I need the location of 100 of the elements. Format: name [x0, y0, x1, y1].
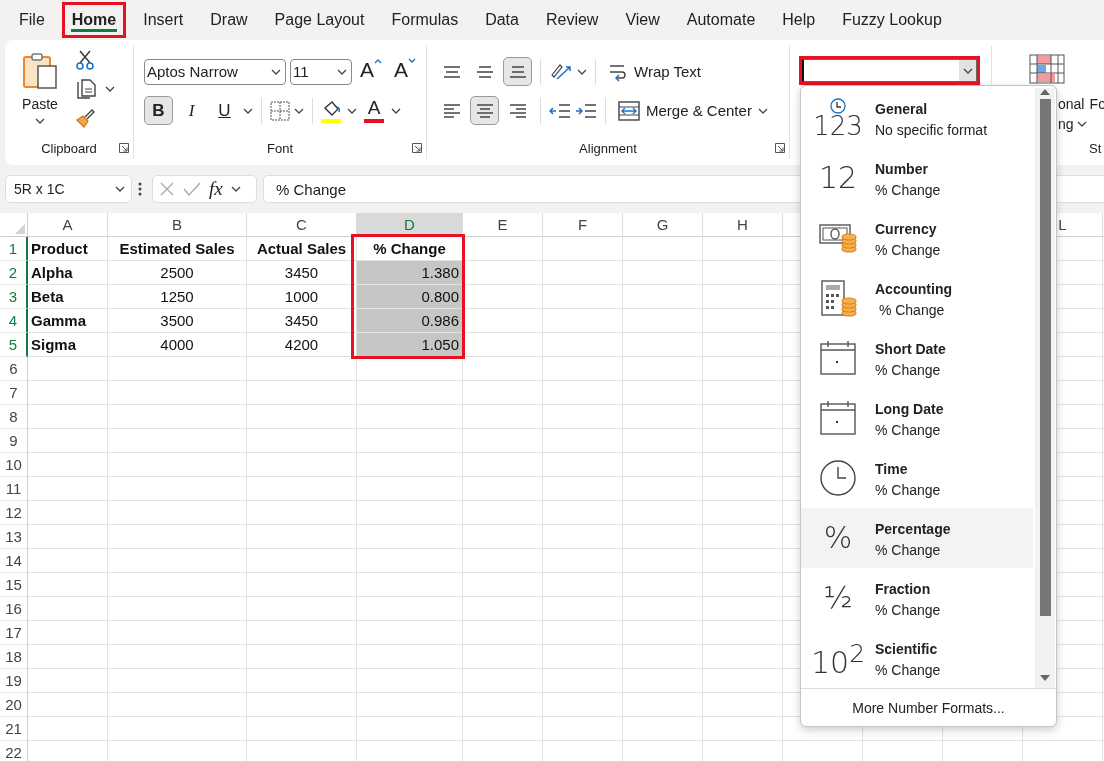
caret-icon[interactable]	[243, 107, 253, 114]
font-name-field[interactable]: Aptos Narrow	[144, 58, 286, 85]
row-header[interactable]: 3	[0, 285, 28, 309]
shrink-font-button[interactable]: A	[390, 57, 421, 86]
row-header[interactable]: 1	[0, 237, 28, 261]
row-header[interactable]: 5	[0, 333, 28, 357]
caret-icon[interactable]	[294, 107, 304, 114]
format-option[interactable]: Time % Change	[801, 448, 1033, 508]
calendar-icon	[819, 340, 857, 376]
caret-icon[interactable]	[347, 107, 357, 114]
caret-icon[interactable]	[105, 86, 115, 92]
grow-font-button[interactable]: A	[356, 57, 386, 86]
paintbrush-icon[interactable]	[75, 108, 95, 128]
check-icon[interactable]	[183, 181, 201, 197]
row-header[interactable]: 21	[0, 717, 28, 741]
column-header[interactable]: D	[357, 213, 463, 237]
italic-button[interactable]: I	[177, 96, 206, 125]
caret-icon[interactable]	[115, 186, 125, 192]
table-cell-text: 4000	[159, 335, 195, 355]
row-header[interactable]: 6	[0, 357, 28, 381]
scroll-down-icon[interactable]	[1039, 674, 1051, 682]
row-header[interactable]: 18	[0, 645, 28, 669]
font-size-field[interactable]: 11	[290, 58, 352, 85]
align-bottom-button[interactable]	[503, 57, 532, 86]
menu-item[interactable]: More Number Formats...	[801, 688, 1056, 726]
align-center-icon	[475, 103, 494, 118]
scrollbar[interactable]	[1035, 88, 1055, 688]
paint-bucket-icon[interactable]	[321, 98, 343, 123]
table-cell-text: 4200	[283, 335, 320, 355]
menu-tab[interactable]: Formulas	[381, 2, 469, 38]
row-header[interactable]: 12	[0, 501, 28, 525]
decrease-indent-icon[interactable]	[549, 101, 571, 120]
column-header[interactable]: H	[703, 213, 783, 237]
paste-button[interactable]: Paste	[22, 50, 58, 124]
format-option[interactable]: Short Date % Change	[801, 328, 1033, 388]
caret-icon[interactable]	[337, 68, 347, 75]
column-header[interactable]: G	[623, 213, 703, 237]
caret-icon[interactable]	[35, 118, 45, 124]
insert-function-button[interactable]: fx	[209, 178, 223, 200]
row-header[interactable]: 2	[0, 261, 28, 285]
scissors-icon[interactable]	[75, 50, 95, 70]
caret-icon[interactable]	[962, 67, 973, 74]
format-option[interactable]: Accounting % Change	[801, 268, 1033, 328]
menu-tab[interactable]: Draw	[200, 2, 258, 38]
wrap-text-button[interactable]: Wrap Text	[604, 61, 705, 82]
row-header[interactable]: 17	[0, 621, 28, 645]
bold-button[interactable]: B	[144, 96, 173, 125]
format-option[interactable]: ½ Fraction % Change	[801, 568, 1033, 628]
caret-icon[interactable]	[757, 107, 768, 114]
menu-tab[interactable]: Fuzzy Lookup	[832, 2, 952, 38]
dialog-launcher-icon[interactable]	[119, 143, 129, 153]
underline-button[interactable]: U	[210, 96, 239, 125]
row-header[interactable]: 14	[0, 549, 28, 573]
row-header[interactable]: 4	[0, 309, 28, 333]
caret-icon[interactable]	[230, 186, 241, 192]
row-header[interactable]: 15	[0, 573, 28, 597]
row-header[interactable]: 10	[0, 453, 28, 477]
row-header[interactable]: 7	[0, 381, 28, 405]
scrollbar-thumb[interactable]	[1039, 99, 1051, 616]
merge-center-button[interactable]: Merge & Center	[614, 100, 772, 121]
menu-tab[interactable]: Help	[772, 2, 826, 38]
column-header[interactable]: F	[543, 213, 623, 237]
caret-icon[interactable]	[271, 68, 281, 75]
menu-tab[interactable]: Home	[61, 2, 127, 38]
menu-tab[interactable]: File	[9, 2, 55, 38]
row-header[interactable]: 9	[0, 429, 28, 453]
column-header[interactable]: A	[28, 213, 108, 237]
format-name: Currency	[875, 220, 938, 237]
menu-tab[interactable]: Page Layout	[264, 2, 375, 38]
number-format-field[interactable]	[799, 56, 980, 85]
increase-indent-icon[interactable]	[575, 101, 597, 120]
caret-icon[interactable]	[577, 68, 587, 75]
column-header[interactable]: B	[108, 213, 247, 237]
font-color-button[interactable]: A	[361, 98, 387, 123]
column-header[interactable]: E	[463, 213, 543, 237]
scroll-up-icon[interactable]	[1039, 88, 1051, 96]
menu-tab[interactable]: View	[615, 2, 670, 38]
format-option[interactable]: 10$^{2}$ Scientific % Change	[801, 628, 1033, 688]
row-header[interactable]: 20	[0, 693, 28, 717]
align-center-button[interactable]	[470, 96, 499, 125]
menu-tab[interactable]: Review	[535, 2, 609, 38]
conditional-formatting-icon[interactable]	[1029, 54, 1065, 84]
format-option[interactable]: % Percentage % Change	[801, 508, 1033, 568]
row-header[interactable]: 11	[0, 477, 28, 501]
menu-tab[interactable]: Data	[475, 2, 529, 38]
row-header[interactable]: 19	[0, 669, 28, 693]
menu-tab[interactable]: Insert	[133, 2, 194, 38]
format-option[interactable]: Long Date % Change	[801, 388, 1033, 448]
dialog-launcher-icon[interactable]	[775, 143, 785, 153]
row-header[interactable]: 8	[0, 405, 28, 429]
row-header[interactable]: 13	[0, 525, 28, 549]
row-header[interactable]: 16	[0, 597, 28, 621]
caret-icon[interactable]	[1076, 121, 1087, 127]
caret-icon[interactable]	[391, 107, 401, 114]
row-header[interactable]: 22	[0, 741, 28, 761]
name-box[interactable]: 5R x 1C	[5, 175, 132, 203]
dialog-launcher-icon[interactable]	[412, 143, 422, 153]
more-options-icon[interactable]	[138, 182, 142, 196]
menu-tab[interactable]: Automate	[676, 2, 766, 38]
copy-icon[interactable]	[75, 79, 97, 99]
